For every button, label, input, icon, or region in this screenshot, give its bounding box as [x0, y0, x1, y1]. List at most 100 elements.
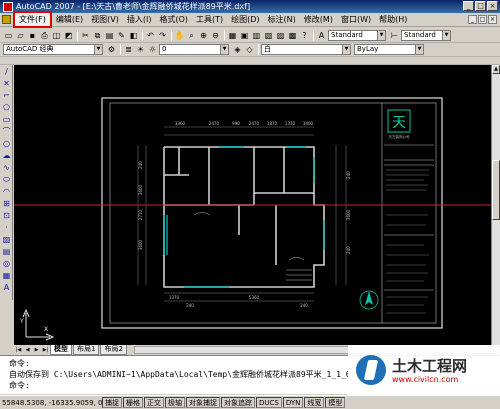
doc-restore-button[interactable]: □: [478, 15, 487, 24]
chevron-down-icon[interactable]: ▼: [377, 30, 385, 40]
menu-tools[interactable]: 工具(T): [192, 13, 227, 26]
last-tab-icon[interactable]: ▶|: [41, 346, 50, 355]
scroll-thumb[interactable]: [492, 160, 500, 220]
gradient-icon[interactable]: ▤: [1, 246, 12, 257]
menu-draw[interactable]: 绘图(D): [227, 13, 263, 26]
dim-style-combo[interactable]: Standard ▼: [401, 29, 451, 41]
text-style-combo[interactable]: Standard ▼: [328, 29, 386, 41]
tab-layout2[interactable]: 布局2: [100, 345, 127, 355]
open-icon[interactable]: ▱: [15, 30, 26, 41]
save-icon[interactable]: ▪: [27, 30, 38, 41]
color-combo[interactable]: 白 ▼: [261, 44, 351, 55]
tab-model[interactable]: 模型: [50, 345, 72, 355]
region-icon[interactable]: ◎: [1, 258, 12, 269]
paste-icon[interactable]: ▤: [104, 30, 115, 41]
chevron-down-icon[interactable]: ▼: [342, 45, 350, 54]
layer-manager-icon[interactable]: ≣: [123, 44, 134, 55]
prev-tab-icon[interactable]: ◀: [23, 346, 32, 355]
scroll-up-icon[interactable]: ▲: [492, 65, 500, 74]
ducs-toggle[interactable]: DUCS: [256, 397, 282, 408]
match-properties-icon[interactable]: ✎: [116, 30, 127, 41]
revision-cloud-icon[interactable]: ☁: [1, 150, 12, 161]
close-button[interactable]: ×: [487, 1, 498, 11]
vertical-scrollbar[interactable]: ▲: [491, 65, 500, 345]
menu-dimension[interactable]: 标注(N): [264, 13, 300, 26]
dyn-toggle[interactable]: DYN: [282, 397, 304, 408]
chevron-down-icon[interactable]: ▼: [220, 45, 228, 54]
point-icon[interactable]: ·: [1, 222, 12, 233]
hatch-icon[interactable]: ▨: [1, 234, 12, 245]
menu-window[interactable]: 窗口(W): [337, 13, 375, 26]
workspace-combo[interactable]: AutoCAD 经典 ▼: [3, 44, 103, 55]
zoom-realtime-icon[interactable]: ⌕: [186, 30, 197, 41]
redo-icon[interactable]: ↷: [157, 30, 168, 41]
properties-icon[interactable]: ▦: [227, 30, 238, 41]
undo-icon[interactable]: ↶: [145, 30, 156, 41]
chevron-down-icon[interactable]: ▼: [415, 45, 423, 54]
menu-modify[interactable]: 修改(M): [300, 13, 337, 26]
next-tab-icon[interactable]: ▶: [32, 346, 41, 355]
model-toggle[interactable]: 模型: [325, 397, 346, 408]
tab-layout1[interactable]: 布局1: [73, 345, 100, 355]
polyline-icon[interactable]: ⌐: [1, 90, 12, 101]
make-current-layer-icon[interactable]: ◈: [232, 44, 243, 55]
new-icon[interactable]: ▭: [3, 30, 14, 41]
menu-help[interactable]: 帮助(H): [375, 13, 411, 26]
rectangle-icon[interactable]: ▭: [1, 114, 12, 125]
construction-line-icon[interactable]: ✕: [1, 78, 12, 89]
menu-format[interactable]: 格式(O): [155, 13, 192, 26]
arc-icon[interactable]: ⌒: [1, 126, 12, 137]
menu-edit[interactable]: 编辑(E): [52, 13, 87, 26]
menu-view[interactable]: 视图(V): [87, 13, 123, 26]
zoom-window-icon[interactable]: ⊕: [198, 30, 209, 41]
circle-icon[interactable]: ○: [1, 138, 12, 149]
insert-block-icon[interactable]: ⊞: [1, 198, 12, 209]
document-icon[interactable]: [2, 15, 11, 24]
drawing-canvas[interactable]: 天 天古装饰公司 3360 2470 990 2470 1870 1370 34…: [14, 65, 491, 345]
sheet-set-icon[interactable]: ▧: [263, 30, 274, 41]
make-block-icon[interactable]: ⊡: [1, 210, 12, 221]
plot-icon[interactable]: ⎙: [39, 30, 50, 41]
calculator-icon[interactable]: ▩: [287, 30, 298, 41]
ellipse-icon[interactable]: ⬭: [1, 174, 12, 185]
design-center-icon[interactable]: ▣: [239, 30, 250, 41]
menu-insert[interactable]: 插入(I): [123, 13, 156, 26]
layer-combo[interactable]: 0 ▼: [159, 44, 229, 55]
copy-icon[interactable]: ⧉: [92, 30, 103, 41]
preview-icon[interactable]: ◫: [51, 30, 62, 41]
table-icon[interactable]: ▦: [1, 270, 12, 281]
lineweight-toggle[interactable]: 线宽: [304, 397, 325, 408]
multiline-text-icon[interactable]: A: [1, 282, 12, 293]
osnap-toggle[interactable]: 对象捕捉: [186, 397, 220, 408]
layer-on-icon[interactable]: ☀: [135, 44, 146, 55]
spline-icon[interactable]: ∿: [1, 162, 12, 173]
minimize-button[interactable]: _: [463, 1, 474, 11]
markup-icon[interactable]: ▨: [275, 30, 286, 41]
workspace-settings-icon[interactable]: ⚙: [106, 44, 117, 55]
polar-toggle[interactable]: 极轴: [165, 397, 185, 408]
tool-palettes-icon[interactable]: ▥: [251, 30, 262, 41]
ortho-toggle[interactable]: 正交: [144, 397, 164, 408]
first-tab-icon[interactable]: |◀: [14, 346, 23, 355]
polygon-icon[interactable]: ⬠: [1, 102, 12, 113]
maximize-button[interactable]: □: [475, 1, 486, 11]
linetype-combo[interactable]: ByLay ▼: [354, 44, 424, 55]
cut-icon[interactable]: ✂: [80, 30, 91, 41]
chevron-down-icon[interactable]: ▼: [94, 45, 102, 54]
pan-icon[interactable]: ✋: [174, 30, 185, 41]
doc-minimize-button[interactable]: _: [468, 15, 477, 24]
block-editor-icon[interactable]: ◧: [128, 30, 139, 41]
publish-icon[interactable]: ◩: [63, 30, 74, 41]
ellipse-arc-icon[interactable]: ◠: [1, 186, 12, 197]
layer-previous-icon[interactable]: ◇: [244, 44, 255, 55]
layer-freeze-icon[interactable]: ☼: [147, 44, 158, 55]
line-icon[interactable]: /: [1, 66, 12, 77]
snap-toggle[interactable]: 捕捉: [102, 397, 122, 408]
help-icon[interactable]: ?: [299, 30, 310, 41]
doc-close-button[interactable]: ×: [488, 15, 497, 24]
zoom-previous-icon[interactable]: ⊖: [210, 30, 221, 41]
otrack-toggle[interactable]: 对象追踪: [221, 397, 255, 408]
grid-toggle[interactable]: 栅格: [123, 397, 143, 408]
chevron-down-icon[interactable]: ▼: [442, 30, 450, 40]
menu-file[interactable]: 文件(F): [13, 11, 52, 28]
